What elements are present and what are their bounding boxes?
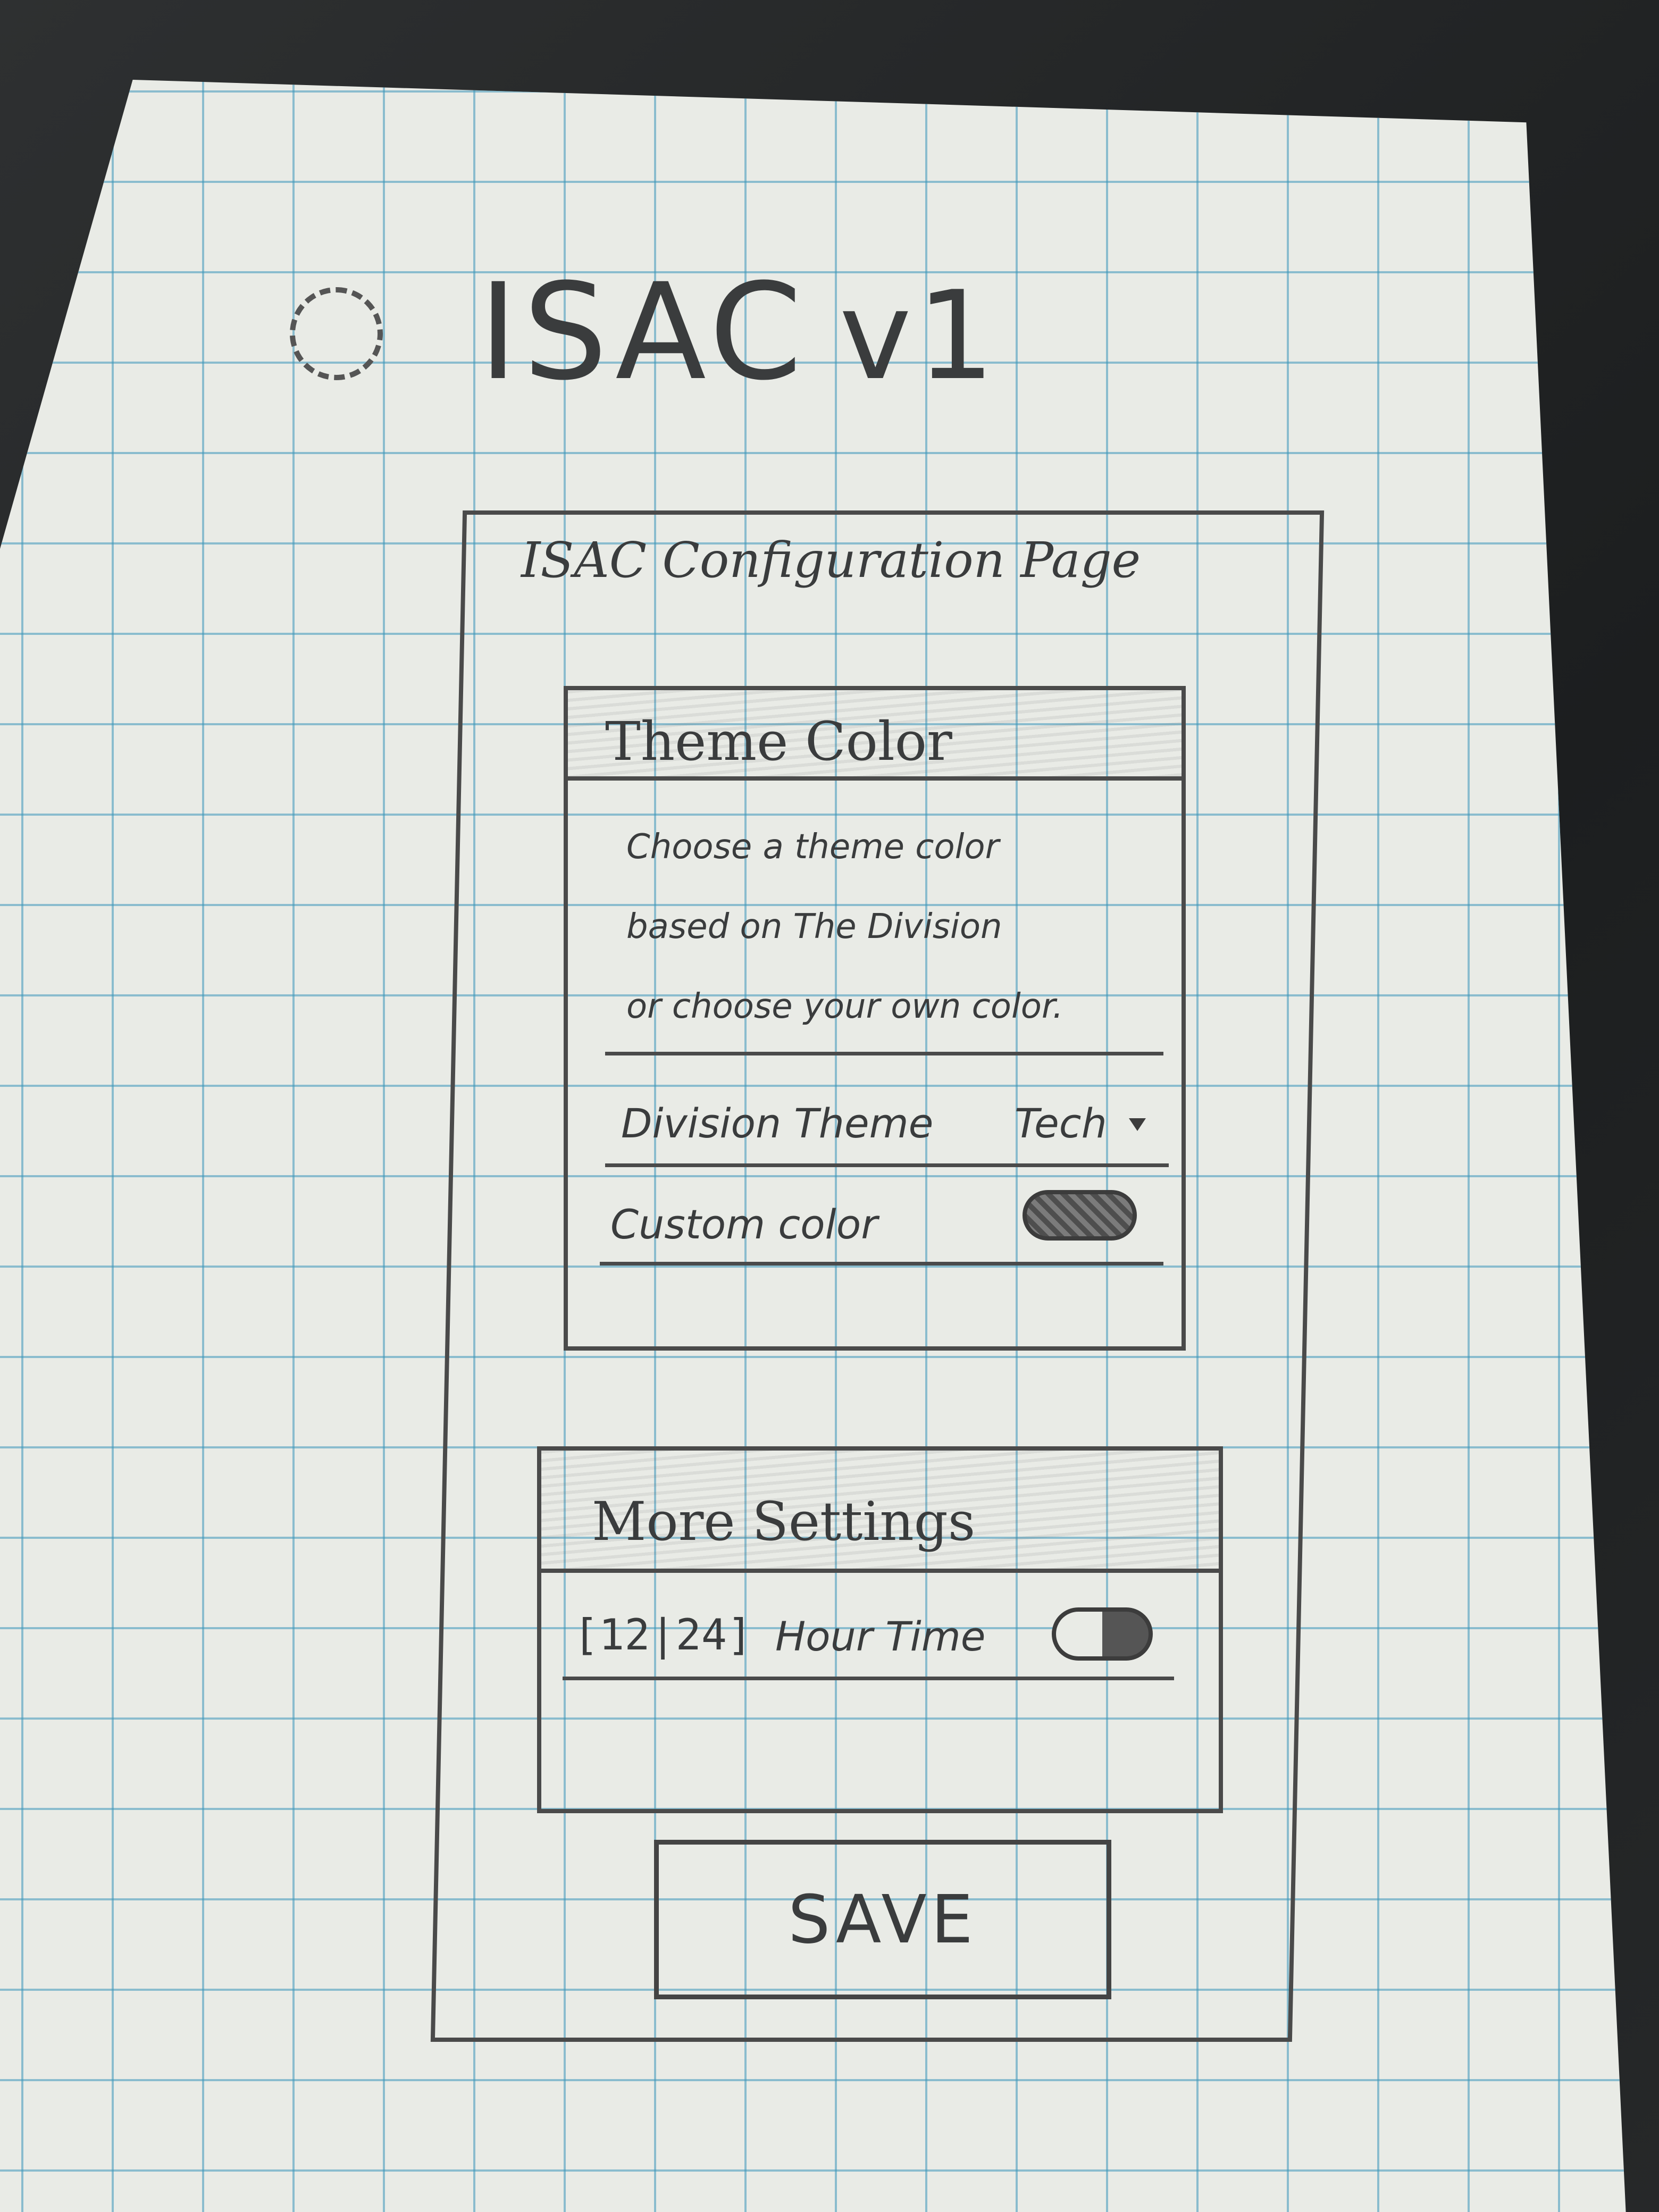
more-settings-card-title: More Settings [592, 1490, 976, 1553]
division-theme-value: Tech [1015, 1100, 1107, 1147]
divider [605, 1052, 1163, 1055]
page-title: ISAC Configuration Page [521, 532, 1141, 589]
divider [605, 1163, 1169, 1167]
time-format-24-option[interactable]: 24 [676, 1610, 727, 1660]
save-button[interactable]: SAVE [654, 1840, 1111, 1999]
custom-color-toggle[interactable] [1023, 1190, 1137, 1241]
division-theme-label: Division Theme [621, 1100, 934, 1147]
time-format-chip-group: [12|24] [573, 1610, 753, 1660]
description-line: or choose your own color. [626, 987, 1063, 1026]
hour-time-label: Hour Time [775, 1613, 986, 1660]
chevron-down-icon [1129, 1118, 1146, 1131]
theme-color-card-title: Theme Color [605, 710, 952, 773]
gear-icon [290, 287, 383, 380]
app-version: v1 [839, 265, 1000, 407]
app-title: ISAC v1 [479, 266, 1000, 399]
hour-time-toggle[interactable] [1052, 1607, 1153, 1661]
description-line: Choose a theme color [626, 827, 999, 867]
theme-color-description: Choose a theme color based on The Divisi… [626, 807, 1158, 1046]
divider [600, 1262, 1163, 1266]
division-theme-select[interactable]: Tech [1015, 1094, 1174, 1153]
more-settings-card-header: More Settings [541, 1451, 1219, 1573]
divider [563, 1677, 1174, 1680]
custom-color-label: Custom color [610, 1201, 878, 1248]
app-name: ISAC [479, 255, 808, 409]
description-line: based on The Division [626, 907, 1002, 946]
theme-color-card-header: Theme Color [568, 690, 1182, 781]
theme-color-card: Theme Color Choose a theme color based o… [564, 686, 1186, 1351]
time-format-12-option[interactable]: 12 [599, 1610, 650, 1660]
more-settings-card: More Settings [12|24] Hour Time [537, 1446, 1223, 1813]
